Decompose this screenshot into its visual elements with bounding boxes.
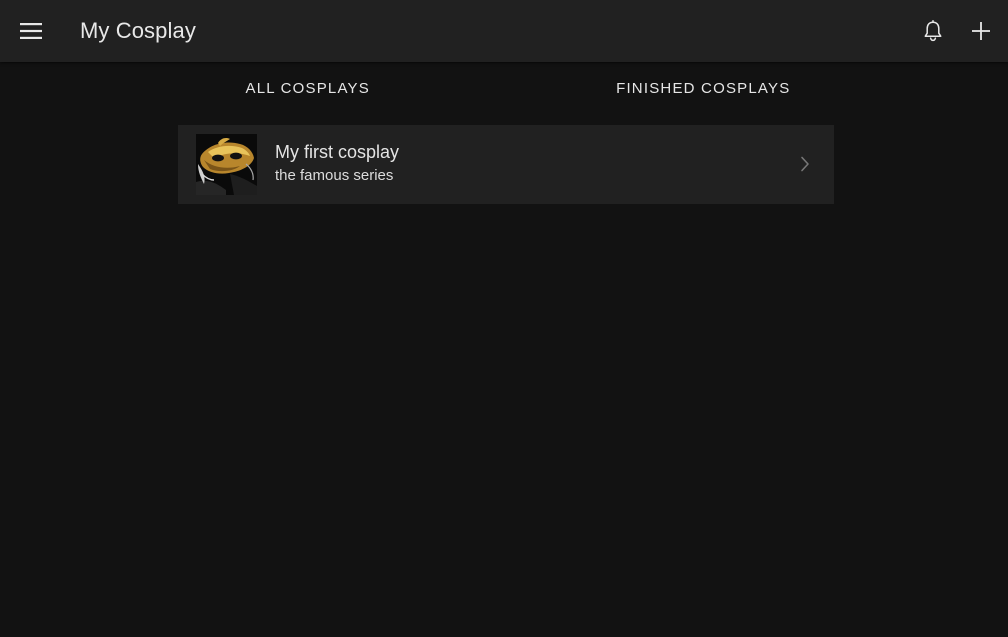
cosplay-list-item[interactable]: My first cosplay the famous series — [178, 125, 834, 204]
top-app-bar: My Cosplay — [0, 0, 1008, 62]
page-title: My Cosplay — [80, 18, 196, 43]
tab-all-cosplays[interactable]: ALL COSPLAYS — [110, 62, 506, 114]
cosplay-series: the famous series — [275, 167, 394, 184]
cosplay-title: My first cosplay — [275, 142, 400, 162]
notifications-button[interactable] — [915, 13, 951, 49]
add-cosplay-button[interactable] — [963, 13, 999, 49]
bell-icon — [924, 20, 942, 42]
chevron-right-icon — [797, 152, 813, 176]
tab-finished-cosplays[interactable]: FINISHED COSPLAYS — [506, 62, 902, 114]
mask-image — [196, 134, 257, 195]
menu-button[interactable] — [13, 13, 49, 49]
app-root: My Cosplay ALL COSPLAYS FINISHED COSPLAY… — [0, 0, 1008, 637]
menu-icon — [20, 23, 42, 39]
plus-icon — [972, 22, 990, 40]
tab-bar: ALL COSPLAYS FINISHED COSPLAYS — [110, 62, 901, 114]
cosplay-thumbnail — [196, 134, 257, 195]
